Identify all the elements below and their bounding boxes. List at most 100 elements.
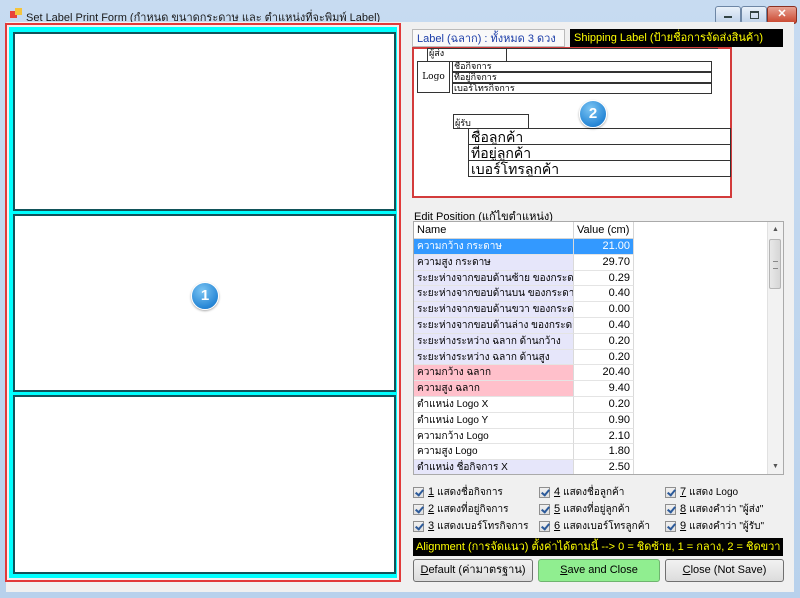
column-header-value[interactable]: Value (cm) [574, 222, 634, 239]
grid-row[interactable]: ระยะห่างจากขอบด้านขวา ของกระดาษ 0.00 [414, 302, 634, 318]
save-and-close-button[interactable]: Save and Close [538, 559, 660, 582]
button-label: efault (ค่ามาตรฐาน) [428, 564, 526, 576]
grid-row[interactable]: ความสูง ฉลาก 9.40 [414, 381, 634, 397]
checkbox-label: แสดงชื่อกิจการ [437, 486, 503, 498]
shipping-label-title: Shipping Label (ป้ายชื่อการจัดส่งสินค้า) [570, 29, 783, 47]
grid-row[interactable]: ตำแหน่ง Logo X 0.20 [414, 396, 634, 413]
checkbox-number: 5 [554, 503, 561, 515]
checkbox-label: แสดงที่อยู่กิจการ [437, 503, 509, 515]
option-checkbox-8[interactable]: 8 แสดงคำว่า "ผู้ส่ง" [665, 501, 763, 517]
row-value-cell[interactable]: 0.29 [574, 270, 634, 287]
row-name: ความกว้าง ฉลาก [414, 365, 574, 382]
edit-position-grid[interactable]: Name Value (cm) ความกว้าง กระดาษ 21.00 ควา… [413, 221, 784, 475]
callout-badge-1: 1 [191, 282, 219, 310]
row-name: ความสูง Logo [414, 444, 574, 461]
checkbox-checked-icon[interactable] [413, 503, 424, 515]
row-value-cell[interactable]: 21.00 [574, 239, 634, 255]
checkbox-number: 1 [428, 486, 435, 498]
button-label: ave and Close [567, 564, 638, 576]
grid-row[interactable]: ความกว้าง กระดาษ 21.00 [414, 239, 634, 255]
scroll-thumb[interactable] [769, 239, 781, 289]
checkbox-checked-icon[interactable] [665, 520, 676, 532]
row-value-cell[interactable]: 0.40 [574, 317, 634, 334]
checkbox-number: 2 [428, 503, 435, 515]
company-phone-field[interactable]: เบอร์โทรกิจการ [452, 83, 712, 94]
option-checkbox-1[interactable]: 1 แสดงชื่อกิจการ [413, 484, 503, 500]
checkbox-number: 3 [428, 520, 435, 532]
row-value-cell[interactable]: 0.20 [574, 396, 634, 413]
row-name: ระยะห่างจากขอบด้านซ้าย ของกระดาษ [414, 270, 574, 287]
customer-phone-field[interactable]: เบอร์โทรลูกค้า [468, 160, 731, 177]
grid-row[interactable]: ระยะห่างจากขอบด้านล่าง ของกระดาษ 0.40 [414, 317, 634, 334]
divider-line [507, 48, 718, 49]
grid-row[interactable]: ความกว้าง Logo 2.10 [414, 428, 634, 445]
row-value-cell[interactable]: 29.70 [574, 254, 634, 271]
checkbox-checked-icon[interactable] [665, 503, 676, 515]
grid-row[interactable]: ความกว้าง ฉลาก 20.40 [414, 365, 634, 382]
row-value-cell[interactable]: 0.20 [574, 349, 634, 366]
column-header-name[interactable]: Name [414, 222, 574, 239]
grid-row[interactable]: ระยะห่างจากขอบด้านบน ของกระดาษ 0.40 [414, 286, 634, 303]
option-checkbox-4[interactable]: 4 แสดงชื่อลูกค้า [539, 484, 624, 500]
close-not-save-button[interactable]: Close (Not Save) [665, 559, 784, 582]
checkbox-label: แสดงเบอร์โทรลูกค้า [563, 520, 651, 532]
grid-vertical-scrollbar[interactable]: ▲ ▼ [767, 222, 783, 474]
option-checkbox-2[interactable]: 2 แสดงที่อยู่กิจการ [413, 501, 508, 517]
label-count-text: Label (ฉลาก) : ทั้งหมด 3 ดวง [412, 29, 565, 47]
company-name-field[interactable]: ชื่อกิจการ [452, 61, 712, 72]
checkbox-checked-icon[interactable] [413, 486, 424, 498]
receiver-caption-field[interactable]: ผู้รับ [453, 114, 529, 129]
checkbox-checked-icon[interactable] [665, 486, 676, 498]
grid-row[interactable]: ระยะห่างระหว่าง ฉลาก ด้านกว้าง 0.20 [414, 333, 634, 350]
option-checkbox-6[interactable]: 6 แสดงเบอร์โทรลูกค้า [539, 518, 650, 534]
close-icon: ✕ [777, 8, 787, 20]
grid-row[interactable]: ความสูง กระดาษ 29.70 [414, 254, 634, 271]
row-value-cell[interactable]: 0.20 [574, 333, 634, 350]
mnemonic: S [560, 564, 568, 576]
checkbox-checked-icon[interactable] [539, 486, 550, 498]
row-value-cell[interactable]: 2.10 [574, 428, 634, 445]
grid-row[interactable]: ตำแหน่ง Logo Y 0.90 [414, 412, 634, 429]
logo-field[interactable]: Logo [417, 61, 450, 93]
checkbox-checked-icon[interactable] [413, 520, 424, 532]
row-name: ตำแหน่ง ชื่อกิจการ X [414, 460, 574, 474]
row-value-cell[interactable]: 2.50 [574, 460, 634, 474]
row-name: ระยะห่างจากขอบด้านบน ของกระดาษ [414, 286, 574, 303]
grid-row[interactable]: ระยะห่างระหว่าง ฉลาก ด้านสูง 0.20 [414, 349, 634, 366]
sender-caption-field[interactable]: ผู้ส่ง [427, 48, 507, 62]
maximize-icon [750, 11, 759, 19]
row-value-cell[interactable]: 0.40 [574, 286, 634, 303]
default-button[interactable]: Default (ค่ามาตรฐาน) [413, 559, 533, 582]
customer-address-field[interactable]: ที่อยู่ลูกค้า [468, 144, 731, 161]
grid-header: Name Value (cm) [414, 222, 634, 239]
option-checkbox-7[interactable]: 7 แสดง Logo [665, 484, 738, 500]
option-checkbox-3[interactable]: 3 แสดงเบอร์โทรกิจการ [413, 518, 528, 534]
alignment-note: Alignment (การจัดแนว) ตั้งค่าได้ตามนี้ -… [413, 538, 783, 556]
row-name: ระยะห่างระหว่าง ฉลาก ด้านกว้าง [414, 333, 574, 350]
checkbox-checked-icon[interactable] [539, 503, 550, 515]
grid-row[interactable]: ระยะห่างจากขอบด้านซ้าย ของกระดาษ 0.29 [414, 270, 634, 287]
grid-row[interactable]: ตำแหน่ง ชื่อกิจการ X 2.50 [414, 460, 634, 474]
row-name: ตำแหน่ง Logo X [414, 396, 574, 413]
customer-name-field[interactable]: ชื่อลูกค้า [468, 128, 731, 145]
checkbox-label: แสดงที่อยู่ลูกค้า [563, 503, 630, 515]
option-checkbox-5[interactable]: 5 แสดงที่อยู่ลูกค้า [539, 501, 630, 517]
checkbox-label: แสดงเบอร์โทรกิจการ [437, 520, 529, 532]
label-preview-3[interactable] [13, 395, 396, 574]
scroll-down-arrow-icon[interactable]: ▼ [768, 459, 783, 474]
checkbox-checked-icon[interactable] [539, 520, 550, 532]
row-name: ความกว้าง กระดาษ [414, 239, 574, 255]
company-address-field[interactable]: ที่อยู่กิจการ [452, 72, 712, 83]
option-checkbox-9[interactable]: 9 แสดงคำว่า "ผู้รับ" [665, 518, 764, 534]
checkbox-number: 7 [680, 486, 687, 498]
grid-row[interactable]: ความสูง Logo 1.80 [414, 444, 634, 461]
scroll-up-arrow-icon[interactable]: ▲ [768, 222, 783, 237]
row-value-cell[interactable]: 20.40 [574, 365, 634, 382]
label-preview-1[interactable] [13, 32, 396, 211]
row-value-cell[interactable]: 9.40 [574, 381, 634, 397]
row-value-cell[interactable]: 0.00 [574, 302, 634, 318]
row-value-cell[interactable]: 1.80 [574, 444, 634, 461]
button-label: lose (Not Save) [690, 564, 767, 576]
row-value-cell[interactable]: 0.90 [574, 412, 634, 429]
callout-badge-2: 2 [579, 100, 607, 128]
